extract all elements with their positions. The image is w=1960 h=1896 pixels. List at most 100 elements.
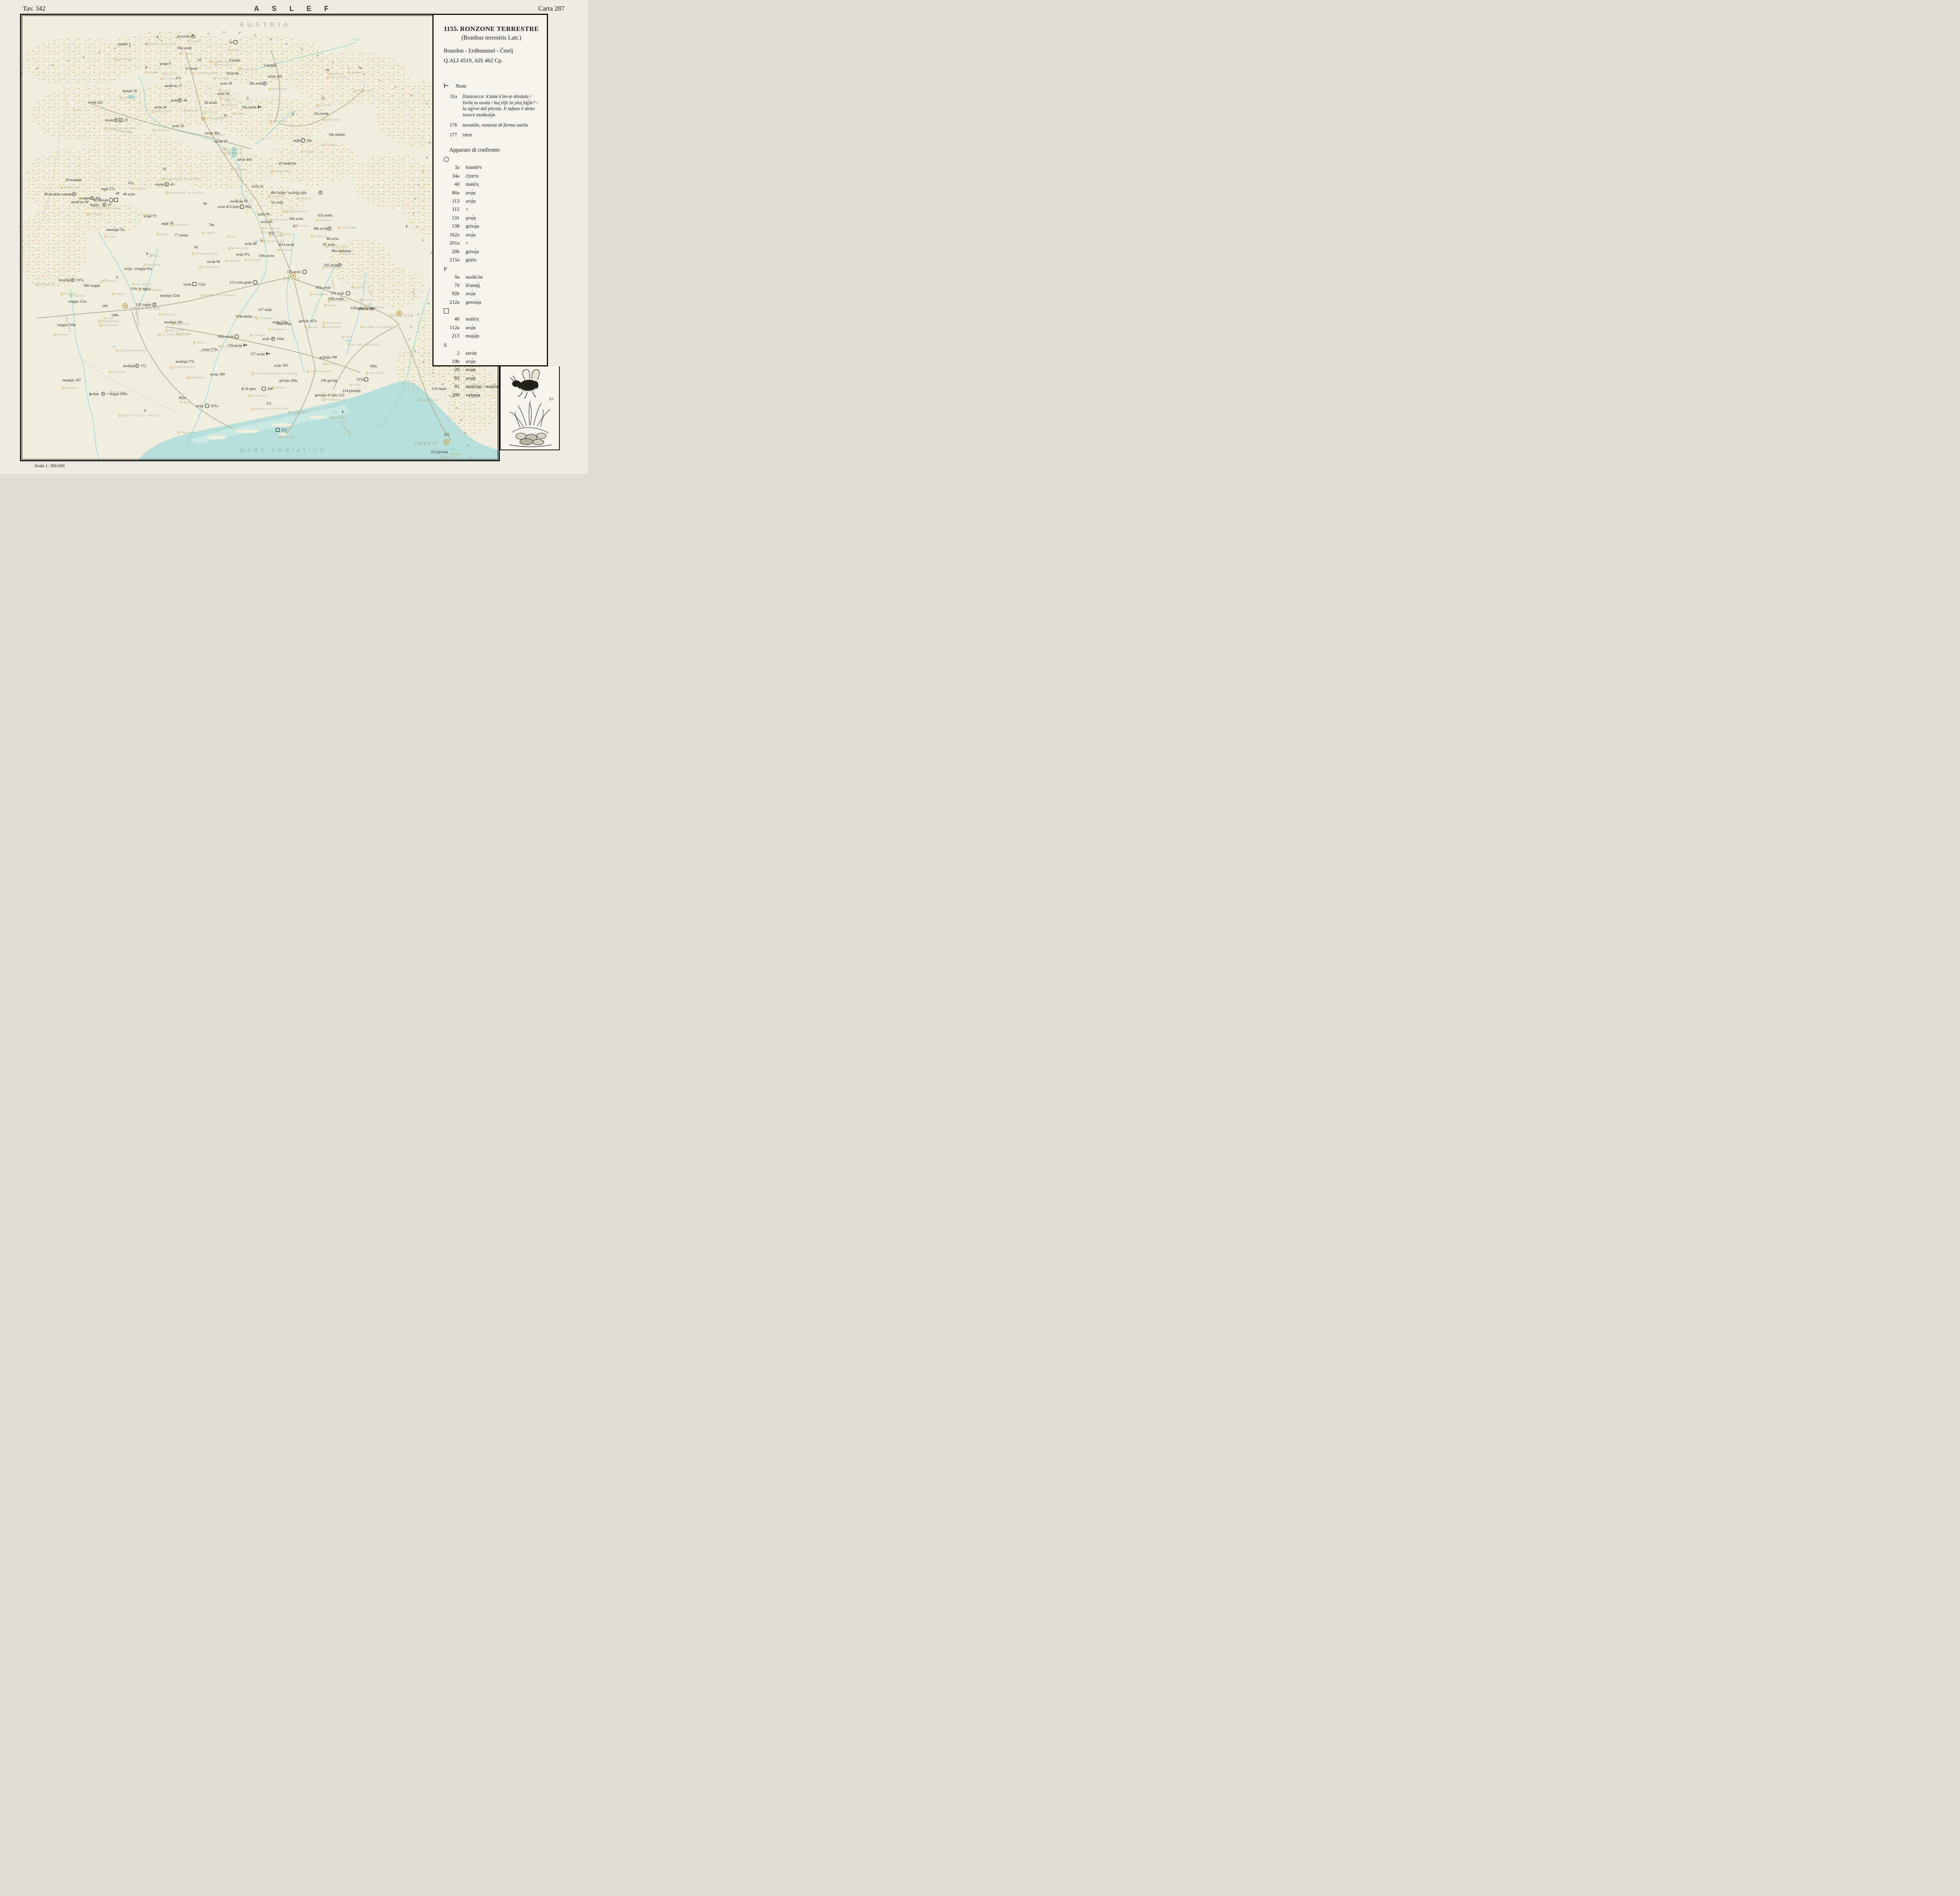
map-label: 12 [198,58,201,62]
svg-text:CHIOPRIS: CHIOPRIS [326,322,342,325]
svg-text:56a: 56a [96,197,101,201]
svg-text:199a: 199a [370,364,377,368]
svg-text:93: 93 [194,246,198,250]
svg-text:RAVASCLETTO: RAVASCLETTO [213,60,237,63]
svg-text:San Martino del Carso: San Martino del Carso [351,344,379,346]
svg-text:80a: 80a [245,205,251,209]
svg-text:19b: 19b [225,100,230,102]
svg-text:Interneppo: Interneppo [234,168,247,171]
map-label: S [247,97,249,101]
svg-text:Versa: Versa [346,336,353,339]
entry-title: RONZONE TERRESTRE [460,25,539,33]
svg-text:Gorgo: Gorgo [183,401,191,404]
svg-text:S: S [247,97,249,101]
svg-text:S: S [116,276,118,279]
svg-text:100a avón: 100a avón [259,254,274,258]
map-label: taván 96 [207,260,220,264]
svg-text:au̯ǫ́ṇ 57a: au̯ǫ́ṇ 57a [101,187,115,191]
map-label: BASILIANO [236,316,257,319]
map-label: mo̦sčǫ́ṇ 124a [160,294,180,298]
svg-text:FANNA: FANNA [147,214,158,217]
svg-text:127 avǫ́n: 127 avǫ́n [258,308,272,312]
map-label: FIUMICELLO [322,399,345,401]
svg-text:mosčǫ́ṇ: mosčǫ́ṇ [59,278,71,282]
svg-text:23: 23 [124,119,128,123]
map-label: SAN STINO DI LIVENZA [118,414,160,417]
map-label: avón 51 [252,185,264,189]
svg-text:18 taván: 18 taván [226,72,239,76]
svg-text:ÚDINE: ÚDINE [283,276,301,281]
map-label: taván 9 [160,62,171,66]
map-label: 101a taván [278,243,294,247]
note-header: ⊢ Note [444,82,539,90]
svg-text:CIMOLAIS: CIMOLAIS [64,187,80,189]
svg-text:Ciconicco: Ciconicco [229,260,240,263]
svg-text:Flumignano: Flumignano [259,317,273,320]
map-label: MONTENÁRS [283,209,307,213]
map-label: gri̯o̦lǫ́ṇ 196 [319,355,337,359]
svg-text:103a avǫ́n: 103a avǫ́n [315,285,331,290]
map-label: 5 matǫ́li [264,63,276,67]
svg-text:MAGNANO: MAGNANO [265,227,281,230]
map-label: 41a [128,181,134,185]
svg-text:31a taván: 31a taván [242,106,256,110]
map-label: 91 [105,279,108,281]
map-label: avón 24 [154,106,167,110]
svg-text:mosk'ón 54: mosk'ón 54 [71,200,89,204]
map-label: 202a [178,396,186,400]
svg-text:P: P [103,203,105,207]
svg-text:91: 91 [105,279,108,281]
map-label: tavánPS23 [105,118,128,122]
apparato-item: 162aavǫ́ṇ [444,232,539,238]
svg-text:avǫ́n: avǫ́n [262,337,270,341]
svg-text:GRADO: GRADO [283,436,294,439]
map-label: taván 20a [268,75,282,79]
map-canvas[interactable]: AUSTRIAJUGOSLAVIAMARE ADRIATICOS2a taván… [20,14,500,461]
map-label: TRAMONTI DI SOTTO [166,192,203,194]
svg-text:28 taván: 28 taván [204,101,217,105]
map-label: 15 [321,97,325,101]
svg-text:66a avón: 66a avón [290,217,303,221]
svg-text:FAEDIS: FAEDIS [314,235,327,238]
svg-text:Ceresetto: Ceresetto [248,259,260,262]
apparato-header: Apparato di confronto [444,147,539,154]
apparato-item: 9amošk'ón [444,274,539,280]
legend-panel: 1155. RONZONE TERRESTRE (Bombus terrestr… [432,14,548,366]
map-label: F. Gail [351,38,359,42]
svg-text:41a: 41a [128,181,134,185]
svg-text:RONCHIS: RONCHIS [191,377,206,379]
map-label: húmpl 16 [123,89,137,93]
apparato-item: 112aavǫ́ṇ [444,325,539,331]
map-label: avǫ́n 97a [236,252,250,257]
svg-text:223 grovǫ́n: 223 grovǫ́n [431,450,448,454]
svg-text:grivǫ́n 167a: grivǫ́n 167a [299,319,317,323]
svg-text:SAURIS: SAURIS [123,97,136,100]
map-label: S [144,409,146,413]
svg-text:TRICESIMO: TRICESIMO [266,240,285,243]
bee-illustration-box: 3/2 [500,366,560,450]
svg-text:Ciseriis: Ciseriis [299,225,309,227]
svg-text:San Páolo: San Páolo [203,350,216,353]
svg-text:7a: 7a [358,66,362,70]
svg-text:Lumignacco: Lumignacco [272,328,286,331]
svg-text:164a: 164a [277,337,284,341]
svg-text:S: S [144,409,146,413]
svg-text:P: P [342,411,344,415]
svg-text:PAULARO: PAULARO [242,68,257,71]
svg-text:ARTA: ARTA [223,90,231,92]
map-label: S [260,239,262,243]
map-label: 83 [255,240,258,243]
svg-text:68a avón: 68a avón [314,227,327,231]
svg-text:MUGGIA: MUGGIA [445,456,458,459]
apparato-item: 206grivǫ́ṇ [444,249,539,255]
svg-text:SPILIMBERGO: SPILIMBERGO [195,253,218,256]
scale-note: Scala 1: 300.000 [34,464,65,468]
svg-text:RUDA: RUDA [327,363,336,366]
svg-text:146a avǫ́n: 146a avǫ́n [276,322,292,326]
svg-text:P: P [147,252,149,256]
svg-text:avón 64: avón 64 [258,212,270,216]
apparato-item: 70ščamę́i̯ [444,283,539,288]
svg-text:20: 20 [268,114,271,117]
svg-text:5 matǫ́li: 5 matǫ́li [264,63,276,67]
svg-text:ARBA: ARBA [160,233,169,236]
